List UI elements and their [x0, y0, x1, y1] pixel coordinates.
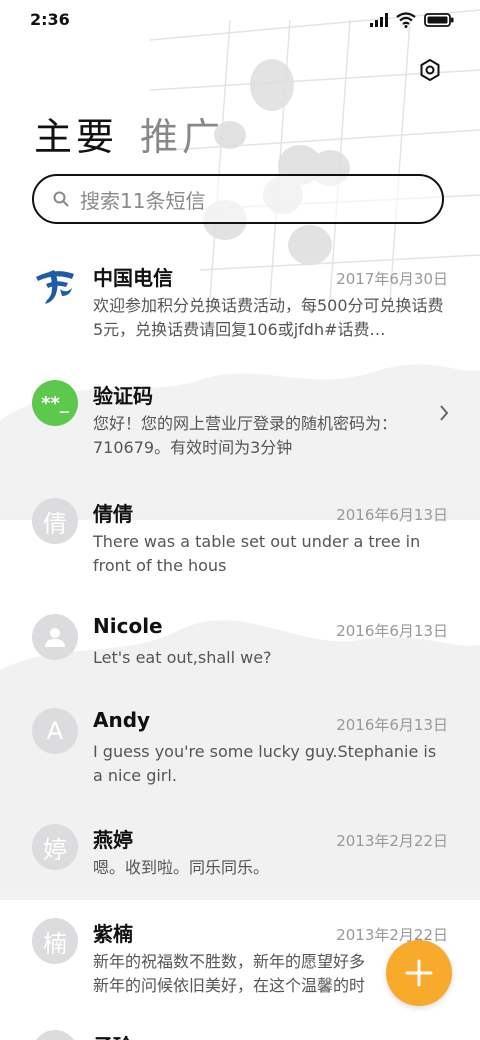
- conversation-item[interactable]: **_ 验证码 您好！您的网上营业厅登录的随机密码为：710679。有效时间为3…: [0, 368, 480, 468]
- status-time: 2:36: [30, 10, 70, 29]
- status-bar: 2:36: [0, 0, 480, 40]
- tab-bar: 主要 推广: [34, 106, 224, 161]
- contact-name: 中国电信: [93, 266, 173, 290]
- signal-icon: [370, 13, 388, 27]
- message-preview-line: 新年的问候依旧美好，在这个温馨的时: [93, 976, 366, 995]
- plus-icon: [405, 959, 433, 987]
- search-icon: [53, 191, 69, 207]
- china-telecom-logo-icon: [36, 270, 74, 304]
- message-date: 2013年2月22日: [336, 832, 448, 850]
- message-preview: 欢迎参加积分兑换话费活动，每500分可兑换话费5元，兑换话费请回复106或jfd…: [93, 296, 444, 339]
- settings-button[interactable]: [416, 56, 444, 84]
- person-avatar: [32, 614, 78, 660]
- wifi-icon: [396, 12, 416, 28]
- contact-name: 紫楠: [93, 922, 133, 946]
- message-preview: 嗯。收到啦。同乐同乐。: [93, 858, 270, 877]
- message-preview: 新年的祝福数不胜数，新年的愿望好多 新年的问候依旧美好，在这个温馨的时: [93, 950, 393, 998]
- letter-avatar: 楠: [32, 918, 78, 964]
- conversation-item[interactable]: Nicole 2016年6月13日 Let's eat out,shall we…: [0, 602, 480, 702]
- letter-avatar: A: [32, 708, 78, 754]
- settings-icon: [420, 59, 440, 81]
- search-placeholder: 搜索11条短信: [80, 188, 206, 213]
- message-preview-line: 新年的祝福数不胜数，新年的愿望好多: [93, 952, 366, 971]
- battery-icon: [424, 13, 454, 27]
- conversation-item[interactable]: 子玲: [0, 1022, 480, 1040]
- letter-avatar: 倩: [32, 498, 78, 544]
- conversation-item[interactable]: 中国电信 2017年6月30日 欢迎参加积分兑换话费活动，每500分可兑换话费5…: [0, 250, 480, 350]
- conversation-item[interactable]: 婷 燕婷 2013年2月22日 嗯。收到啦。同乐同乐。: [0, 812, 480, 912]
- message-date: 2016年6月13日: [336, 622, 448, 640]
- message-date: 2016年6月13日: [336, 716, 448, 734]
- search-bar[interactable]: 搜索11条短信: [32, 174, 444, 224]
- message-preview: Let's eat out,shall we?: [93, 648, 272, 667]
- conversation-item[interactable]: A Andy 2016年6月13日 I guess you're some lu…: [0, 696, 480, 796]
- new-message-button[interactable]: [386, 940, 452, 1006]
- message-preview: 您好！您的网上营业厅登录的随机密码为：710679。有效时间为3分钟: [93, 414, 398, 457]
- message-preview: I guess you're some lucky guy.Stephanie …: [93, 742, 437, 785]
- conversation-item[interactable]: 倩 倩倩 2016年6月13日 There was a table set ou…: [0, 486, 480, 586]
- message-date: 2016年6月13日: [336, 506, 448, 524]
- verification-avatar: **_: [32, 380, 78, 426]
- letter-avatar: [32, 1030, 78, 1040]
- contact-name: Nicole: [93, 614, 163, 638]
- contact-name: 验证码: [93, 384, 153, 408]
- tab-primary[interactable]: 主要: [34, 106, 118, 161]
- status-icons: [370, 12, 454, 28]
- chevron-right-icon: [440, 405, 449, 421]
- tab-promotions[interactable]: 推广: [140, 106, 224, 161]
- contact-name: Andy: [93, 708, 151, 732]
- message-date: 2017年6月30日: [336, 270, 448, 288]
- message-preview: There was a table set out under a tree i…: [93, 532, 421, 575]
- person-icon: [45, 628, 65, 647]
- telecom-logo-avatar: [32, 262, 78, 308]
- contact-name: 倩倩: [93, 502, 133, 526]
- contact-name: 子玲: [93, 1030, 133, 1040]
- letter-avatar: 婷: [32, 824, 78, 870]
- contact-name: 燕婷: [93, 828, 133, 852]
